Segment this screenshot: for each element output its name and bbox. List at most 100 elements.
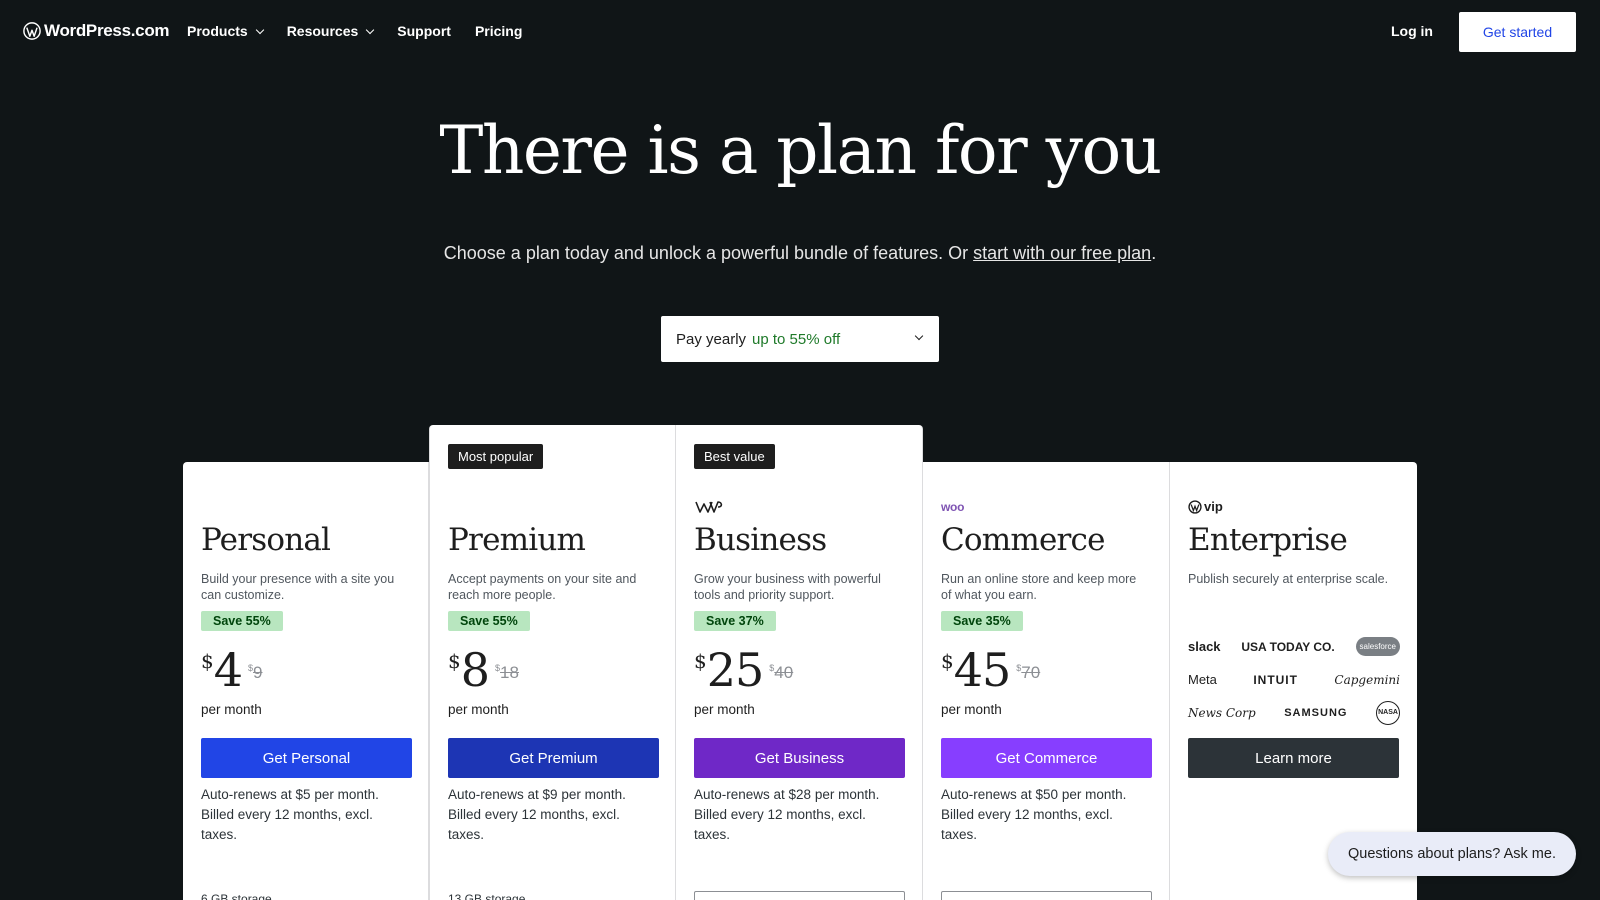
plan-card-commerce: woo Commerce Run an online store and kee… xyxy=(923,462,1170,900)
original-amount: 9 xyxy=(253,663,263,682)
renewal-note: Auto-renews at $5 per month. Billed ever… xyxy=(201,787,379,842)
price-amount: 45 xyxy=(953,643,1012,697)
plan-card-premium: Most popular Premium Accept payments on … xyxy=(429,425,676,900)
plan-name: Business xyxy=(694,522,827,558)
original-price: $18 xyxy=(495,663,519,683)
billing-period-select[interactable]: Pay yearly up to 55% off xyxy=(661,316,939,362)
plan-card-personal: Personal Build your presence with a site… xyxy=(183,462,429,900)
currency-symbol: $ xyxy=(694,649,707,673)
wp-vip-logo-icon xyxy=(1188,499,1202,514)
save-badge: Save 55% xyxy=(448,611,530,631)
hero-subtitle: Choose a plan today and unlock a powerfu… xyxy=(0,243,1600,264)
plan-name: Enterprise xyxy=(1188,522,1348,558)
original-price: $70 xyxy=(1016,663,1040,683)
renewal-note: Auto-renews at $28 per month. Billed eve… xyxy=(694,787,880,842)
plan-description: Run an online store and keep more of wha… xyxy=(941,572,1137,602)
get-premium-button[interactable]: Get Premium xyxy=(448,738,659,778)
capgemini-logo: Capgemini xyxy=(1334,672,1400,687)
renewal-note: Auto-renews at $9 per month. Billed ever… xyxy=(448,787,626,842)
get-started-button[interactable]: Get started xyxy=(1459,12,1576,52)
save-badge: Save 55% xyxy=(201,611,283,631)
logo-row: Meta INTUIT Capgemini xyxy=(1188,663,1400,696)
plan-description: Grow your business with powerful tools a… xyxy=(694,572,881,602)
get-commerce-button[interactable]: Get Commerce xyxy=(941,738,1152,778)
original-price: $40 xyxy=(769,663,793,683)
vip-label: vip xyxy=(1204,499,1223,514)
currency-symbol: $ xyxy=(201,649,214,673)
get-business-button[interactable]: Get Business xyxy=(694,738,905,778)
plan-description: Accept payments on your site and reach m… xyxy=(448,572,637,602)
plan-secondary-button[interactable] xyxy=(694,891,905,900)
wordpress-icon xyxy=(23,22,41,40)
intuit-logo: INTUIT xyxy=(1253,672,1298,687)
billing-discount: up to 55% off xyxy=(752,330,841,348)
storage-feature: 6 GB storage xyxy=(201,892,272,900)
plan-secondary-button[interactable] xyxy=(941,891,1152,900)
top-navigation: WordPress.com Products Resources Support… xyxy=(0,0,1600,62)
chevron-down-icon xyxy=(255,25,264,34)
plan-price: $ 8 $18 xyxy=(448,645,519,695)
price-amount: 4 xyxy=(213,643,243,697)
wp-vip-logo: vip xyxy=(1188,499,1223,514)
nav-pricing-label: Pricing xyxy=(474,23,523,39)
price-period: per month xyxy=(201,702,262,717)
price-period: per month xyxy=(448,702,509,717)
learn-more-button[interactable]: Learn more xyxy=(1188,738,1399,778)
most-popular-badge: Most popular xyxy=(448,444,544,469)
price-period: per month xyxy=(941,702,1002,717)
save-badge: Save 35% xyxy=(941,611,1023,631)
currency-symbol: $ xyxy=(941,649,954,673)
nav-products[interactable]: Products xyxy=(187,23,264,39)
page-title: There is a plan for you xyxy=(439,112,1162,189)
price-amount: 25 xyxy=(706,643,765,697)
plan-price: $ 25 $40 xyxy=(694,645,793,695)
wp-business-logo-icon xyxy=(695,501,723,513)
nav-pricing[interactable]: Pricing xyxy=(475,23,522,39)
storage-feature: 13 GB storage xyxy=(448,892,526,900)
ask-me-chat-button[interactable]: Questions about plans? Ask me. xyxy=(1328,832,1576,876)
currency-symbol: $ xyxy=(448,649,461,673)
original-amount: 18 xyxy=(500,663,519,682)
hero-subtitle-text: Choose a plan today and unlock a powerfu… xyxy=(443,243,974,263)
usa-today-logo: USA TODAY CO. xyxy=(1241,639,1335,654)
billing-label: Pay yearly xyxy=(676,330,747,348)
logo-row: News Corp SAMSUNG NASA xyxy=(1188,696,1400,729)
slack-logo: slack xyxy=(1188,639,1221,654)
news-corp-logo: News Corp xyxy=(1188,705,1256,720)
get-personal-button[interactable]: Get Personal xyxy=(201,738,412,778)
nav-menu: Products Resources Support Pricing xyxy=(187,23,546,39)
logo-row: slack USA TODAY CO. salesforce xyxy=(1188,630,1400,663)
nav-resources[interactable]: Resources xyxy=(286,23,375,39)
original-amount: 70 xyxy=(1021,663,1041,682)
plan-description: Build your presence with a site you can … xyxy=(201,572,395,602)
nav-support[interactable]: Support xyxy=(397,23,451,39)
plan-name: Commerce xyxy=(941,522,1105,558)
plan-name: Premium xyxy=(448,522,586,558)
wordpress-logo[interactable]: WordPress.com xyxy=(23,21,170,41)
original-amount: 40 xyxy=(774,663,794,682)
login-link[interactable]: Log in xyxy=(1391,23,1433,39)
chevron-down-icon xyxy=(366,25,375,34)
renewal-note: Auto-renews at $50 per month. Billed eve… xyxy=(941,787,1127,842)
plan-price: $ 45 $70 xyxy=(941,645,1040,695)
brand-name: WordPress.com xyxy=(44,21,170,40)
price-amount: 8 xyxy=(460,643,490,697)
hero-subtitle-end: . xyxy=(1151,243,1157,263)
plan-price: $ 4 $9 xyxy=(201,645,263,695)
best-value-badge: Best value xyxy=(694,444,775,469)
woo-logo-icon: woo xyxy=(941,500,965,514)
free-plan-link[interactable]: start with our free plan xyxy=(973,243,1151,263)
plan-name: Personal xyxy=(201,522,331,558)
original-price: $9 xyxy=(248,663,262,683)
price-period: per month xyxy=(694,702,755,717)
salesforce-logo: salesforce xyxy=(1355,637,1400,656)
plan-card-business: Best value Business Grow your business w… xyxy=(676,425,923,900)
nav-support-label: Support xyxy=(397,23,451,39)
plan-description: Publish securely at enterprise scale. xyxy=(1188,572,1389,586)
chevron-down-icon xyxy=(914,331,924,341)
nav-resources-label: Resources xyxy=(286,23,359,39)
samsung-logo: SAMSUNG xyxy=(1284,706,1348,719)
meta-logo: Meta xyxy=(1188,672,1217,687)
save-badge: Save 37% xyxy=(694,611,776,631)
nav-products-label: Products xyxy=(187,23,248,39)
